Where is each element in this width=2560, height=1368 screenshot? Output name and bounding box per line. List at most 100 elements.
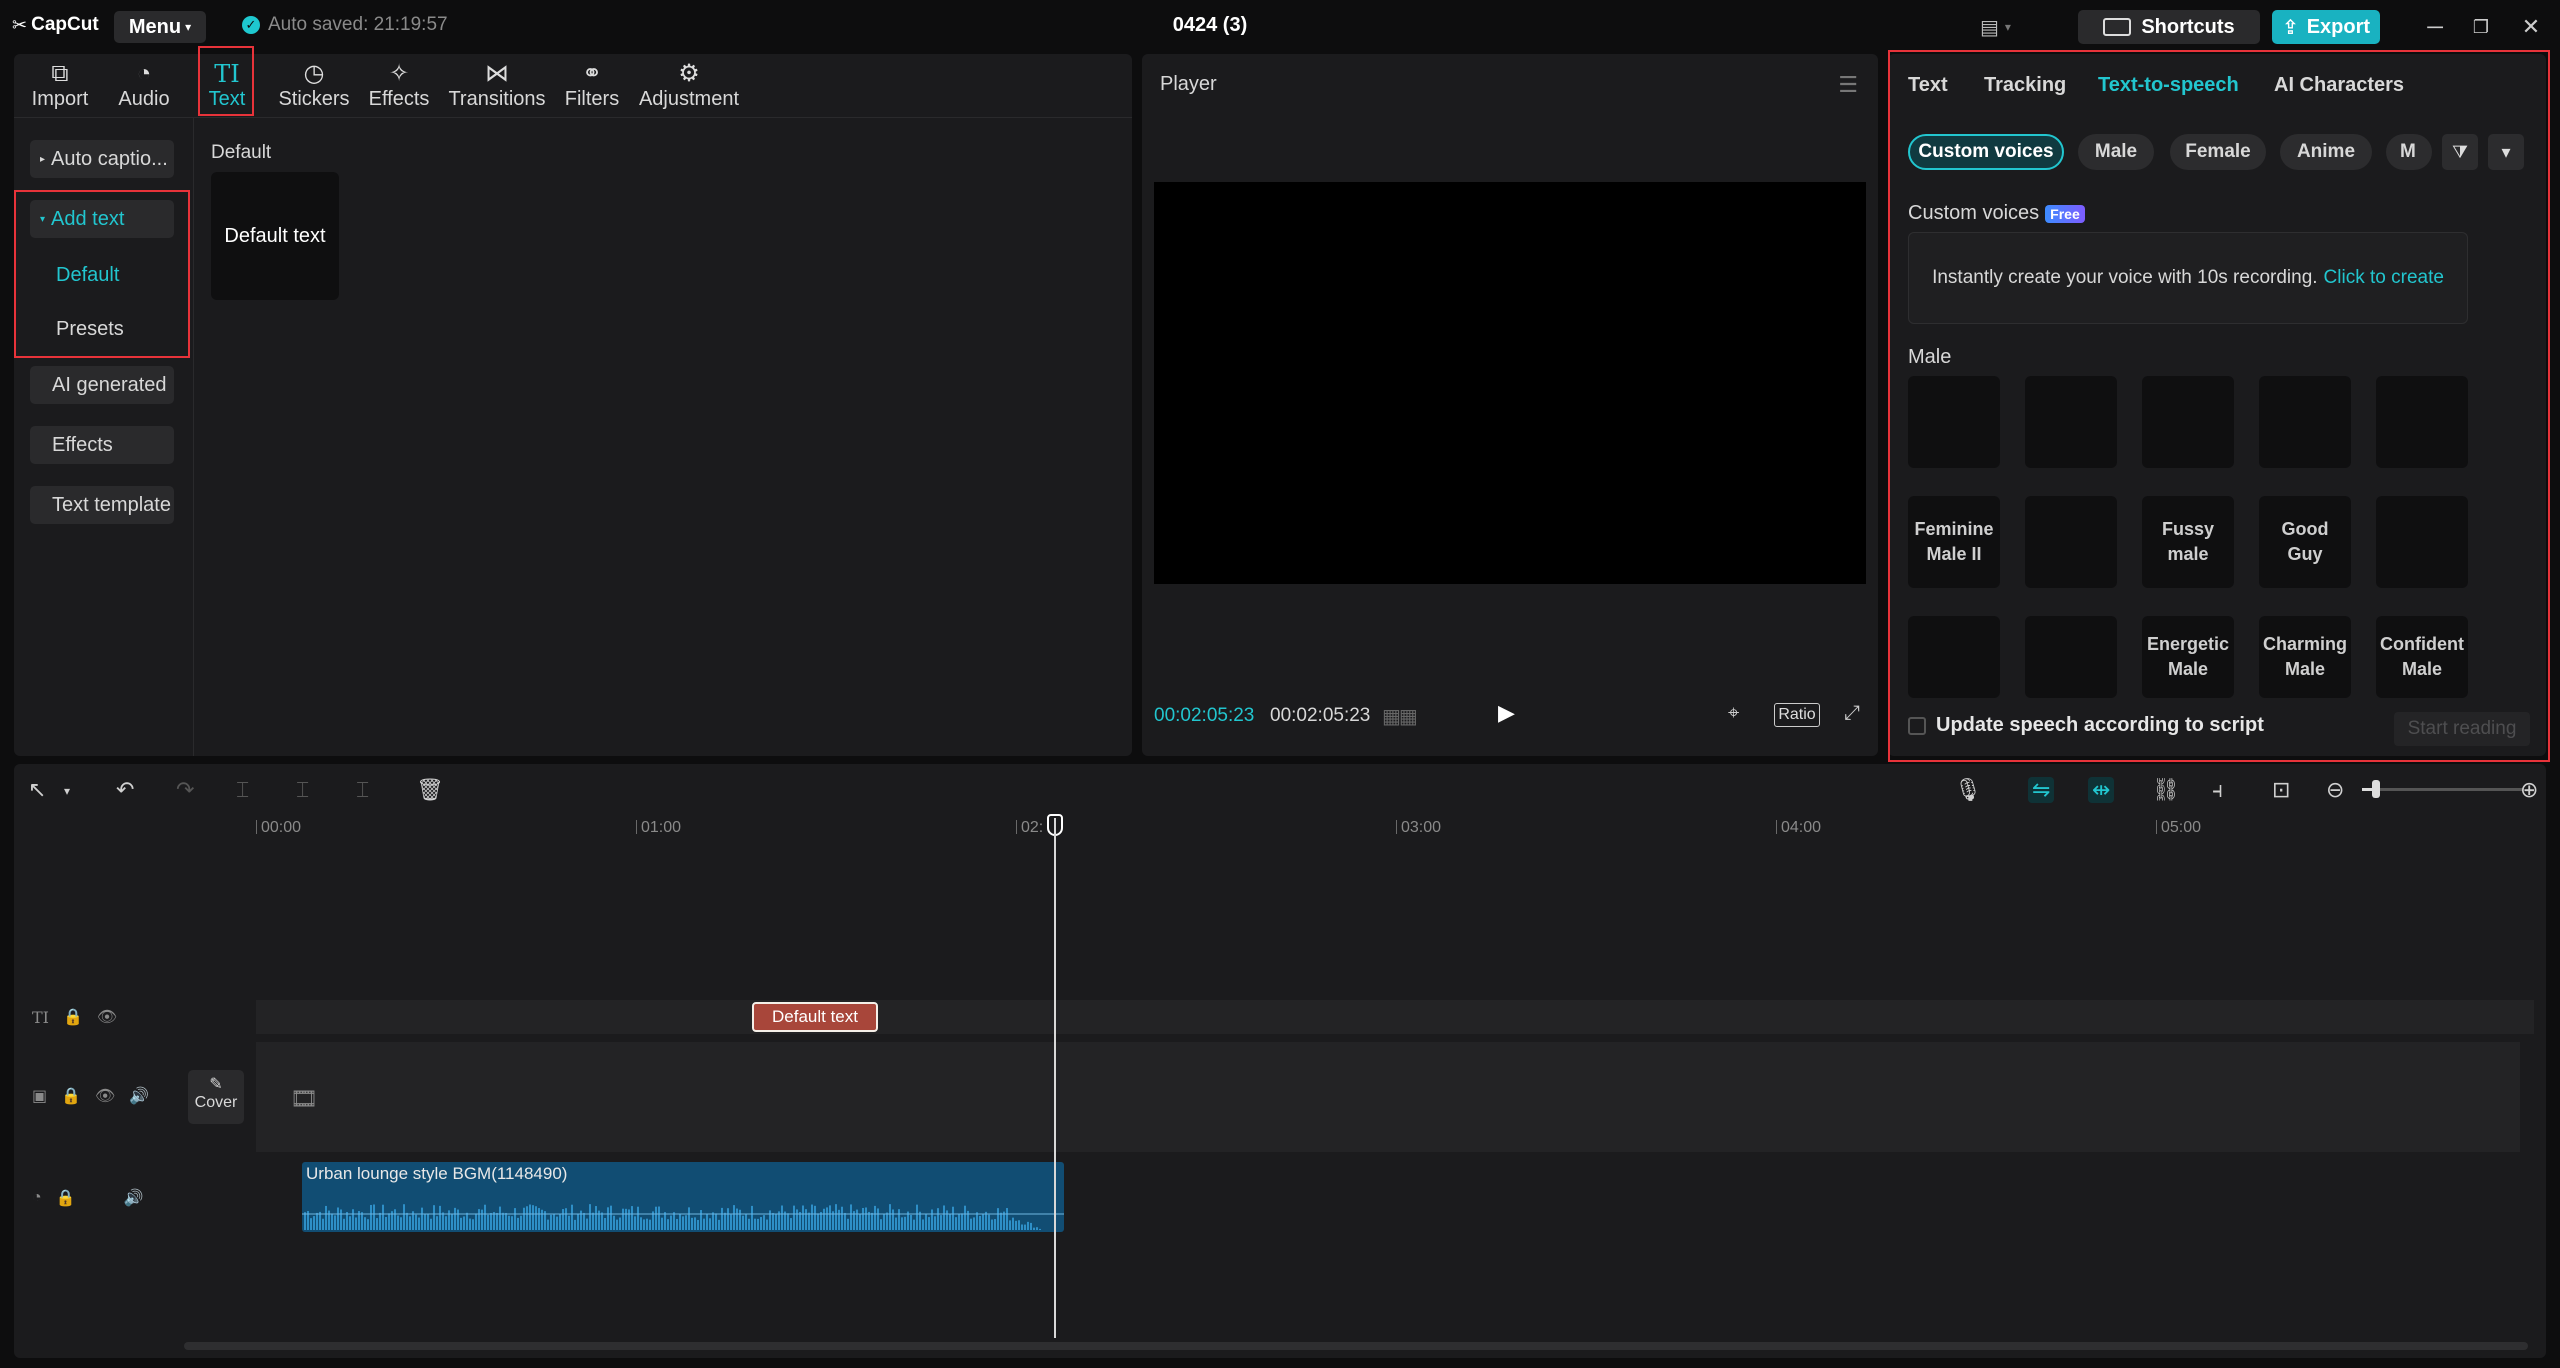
microphone-icon[interactable]: 🎙 [1954, 777, 1982, 803]
eye-icon[interactable]: 👁 [95, 1086, 115, 1106]
ruler-tick [1396, 820, 1397, 834]
autosave-text: Auto saved: 21:19:57 [268, 14, 448, 35]
text-track-controls: TI 🔒 👁 [32, 1007, 117, 1027]
zoom-slider[interactable] [2362, 780, 2524, 798]
stickers-icon: ◷ [303, 60, 325, 87]
highlight-properties-panel [1888, 50, 2550, 762]
menu-button[interactable]: Menu ▾ [114, 11, 206, 43]
audio-track-controls: ◔ 🔒 🔊 [32, 1188, 144, 1208]
filters-icon: ⚭ [581, 60, 603, 87]
split-right-icon[interactable]: ⌶ [356, 777, 369, 803]
tab-stickers[interactable]: ◷ Stickers [276, 60, 352, 116]
zoom-handle[interactable] [2372, 780, 2380, 798]
ruler-tick [2156, 820, 2157, 834]
total-time: 00:02:05:23 [1270, 705, 1371, 726]
delete-icon[interactable]: 🗑 [416, 777, 444, 803]
link-icon[interactable]: ⛓ [2152, 777, 2180, 803]
lock-icon[interactable]: 🔒 [61, 1086, 81, 1106]
speaker-icon[interactable]: 🔊 [124, 1188, 144, 1208]
zoom-out-icon[interactable]: ⊖ [2326, 777, 2344, 803]
adjustment-icon: ⚙ [678, 60, 700, 87]
check-circle-icon: ✓ [242, 16, 260, 34]
auto-snap-icon[interactable]: ⇹ [2088, 777, 2115, 803]
text-track-icon: TI [32, 1007, 49, 1027]
cover-label: Cover [194, 1094, 238, 1111]
default-text-card[interactable]: Default text [211, 172, 339, 300]
caret-right-icon: ▸ [40, 153, 46, 165]
player-screen[interactable] [1154, 182, 1866, 584]
shortcuts-button[interactable]: Shortcuts [2078, 10, 2260, 44]
main-track-magnet-icon[interactable]: ⇋ [2028, 777, 2055, 803]
project-title: 0424 (3) [1172, 14, 1248, 36]
app-name: CapCut [31, 14, 99, 35]
fullscreen-icon[interactable]: ⤢ [1844, 702, 1860, 725]
ratio-button[interactable]: Ratio [1774, 703, 1820, 727]
player-panel: Player ☰ 00:02:05:23 00:02:05:23 ▦▦ ▶ ⌖ … [1142, 54, 1878, 756]
speaker-icon[interactable]: 🔊 [129, 1086, 149, 1106]
import-icon: ⧉ [51, 60, 69, 87]
ruler-tick [1016, 820, 1017, 834]
video-track [256, 1042, 2520, 1152]
zoom-in-icon[interactable]: ⊕ [2520, 777, 2538, 803]
minimize-icon[interactable]: ─ [2420, 12, 2450, 42]
ruler-label: 04:00 [1781, 819, 1822, 836]
timeline-scrollbar[interactable] [184, 1342, 2528, 1350]
playhead[interactable] [1054, 818, 1056, 1338]
sidebar-item-effects[interactable]: Effects [30, 426, 174, 464]
highlight-text-tab [198, 46, 254, 116]
undo-icon[interactable]: ↶ [116, 777, 134, 803]
layout-button[interactable]: ▤ ▾ [1980, 13, 2030, 41]
restore-icon[interactable]: ❐ [2466, 12, 2496, 42]
chevron-down-icon: ▾ [2004, 20, 2011, 34]
ruler-label: 03:00 [1401, 819, 1442, 836]
tab-transitions[interactable]: ⋈ Transitions [446, 60, 548, 116]
keyboard-icon [2103, 18, 2132, 36]
split-icon[interactable]: ⌶ [236, 777, 249, 803]
tab-effects[interactable]: ✧ Effects [364, 60, 434, 116]
upload-icon: ⇪ [2281, 16, 2299, 39]
text-clip[interactable]: Default text [752, 1002, 878, 1032]
current-time: 00:02:05:23 [1154, 705, 1255, 726]
lock-icon[interactable]: 🔒 [56, 1188, 76, 1208]
redo-icon[interactable]: ↷ [176, 777, 194, 803]
preview-axis-icon[interactable]: ⊡ [2272, 777, 2290, 803]
sidebar-item-ai-generated[interactable]: AI generated [30, 366, 174, 404]
media-panel: ⧉ Import ◔ Audio TI Text ◷ Stickers ✧ Ef… [14, 46, 1132, 756]
audio-clip[interactable]: Urban lounge style BGM(1148490) [302, 1162, 1064, 1232]
split-preview-icon[interactable]: ⫞ [2212, 777, 2223, 803]
shortcuts-label: Shortcuts [2141, 15, 2235, 38]
cover-button[interactable]: ✎ Cover [188, 1070, 244, 1124]
timeline-panel: ↖ ▾ ↶ ↷ ⌶ ⌶ ⌶ 🗑 🎙 ⇋ ⇹ ⛓ ⫞ ⊡ ⊖ ⊕ 00:00 01… [14, 764, 2546, 1358]
tab-label: Filters [564, 88, 620, 110]
tab-adjustment[interactable]: ⚙ Adjustment [636, 60, 742, 116]
tab-filters[interactable]: ⚭ Filters [560, 60, 624, 116]
play-icon[interactable]: ▶ [1498, 700, 1522, 728]
chevron-down-icon[interactable]: ▾ [64, 784, 70, 798]
sidebar-item-auto-captions[interactable]: ▸ Auto captio... [30, 140, 174, 178]
highlight-add-text [14, 190, 190, 358]
close-icon[interactable]: ✕ [2516, 12, 2546, 42]
film-icon: 🎞 [290, 1086, 318, 1111]
ruler-tick [636, 820, 637, 834]
tab-audio[interactable]: ◔ Audio [112, 60, 176, 116]
ruler-tick [1776, 820, 1777, 834]
transitions-icon: ⋈ [485, 60, 509, 87]
audio-track-icon: ◔ [32, 1189, 42, 1206]
sidebar-item-label: Auto captio... [51, 147, 168, 170]
video-track-icon: ▣ [32, 1088, 48, 1105]
export-button[interactable]: ⇪ Export [2272, 10, 2380, 44]
text-clip-label: Default text [772, 1007, 858, 1026]
tab-import[interactable]: ⧉ Import [22, 60, 98, 116]
chevron-down-icon: ▾ [185, 20, 192, 34]
timeline-grid-icon[interactable]: ▦▦ [1382, 704, 1418, 729]
sidebar-item-text-template[interactable]: Text template [30, 486, 174, 524]
capcut-logo-icon: ✂ [12, 14, 28, 35]
lock-icon[interactable]: 🔒 [63, 1007, 83, 1027]
split-left-icon[interactable]: ⌶ [296, 777, 309, 803]
card-label: Default text [224, 224, 326, 247]
hamburger-icon[interactable]: ☰ [1838, 72, 1858, 98]
select-tool-icon[interactable]: ↖ [28, 777, 46, 803]
fit-screen-icon[interactable]: ⌖ [1728, 702, 1739, 725]
eye-icon[interactable]: 👁 [97, 1007, 117, 1027]
ruler-label: 00:00 [261, 819, 302, 836]
